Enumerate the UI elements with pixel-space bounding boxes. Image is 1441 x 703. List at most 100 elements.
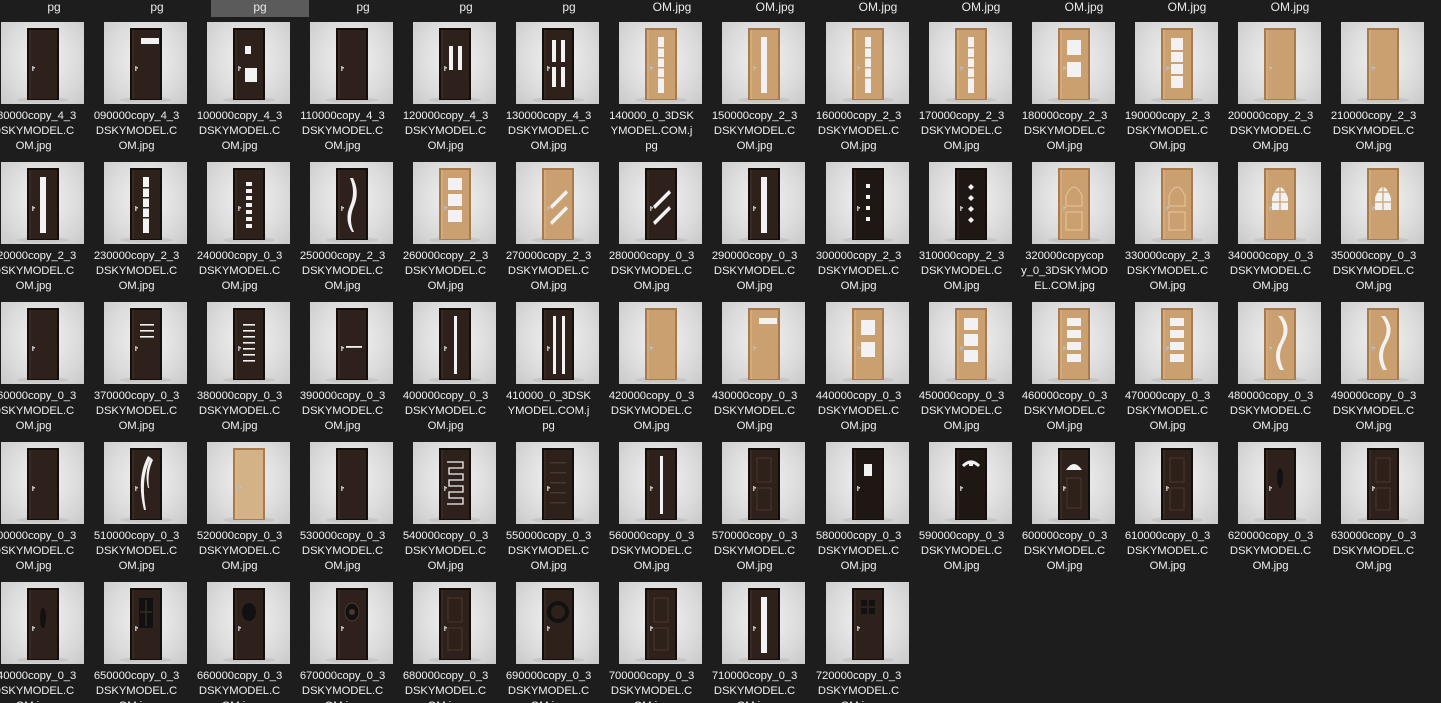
- file-item[interactable]: 170000copy_2_3 DSKYMODEL.C OM.jpg: [910, 17, 1013, 157]
- file-item[interactable]: 220000copy_2_3 DSKYMODEL.C OM.jpg: [0, 157, 85, 297]
- file-name-line: DSKYMODEL.C: [1023, 125, 1106, 137]
- file-name-line: OM.jpg: [324, 280, 361, 292]
- file-item[interactable]: 280000copy_0_3 DSKYMODEL.C OM.jpg: [600, 157, 703, 297]
- file-item[interactable]: 590000copy_0_3 DSKYMODEL.C OM.jpg: [910, 437, 1013, 577]
- top-caption-3[interactable]: pg: [314, 0, 412, 17]
- file-item[interactable]: 330000copy_2_3 DSKYMODEL.C OM.jpg: [1116, 157, 1219, 297]
- file-item[interactable]: 640000copy_0_3 DSKYMODEL.C OM.jpg: [0, 577, 85, 703]
- file-name-line: OM.jpg: [736, 140, 773, 152]
- file-name-line: 670000copy_0_3: [299, 670, 386, 682]
- file-item[interactable]: 690000copy_0_3 DSKYMODEL.C OM.jpg: [497, 577, 600, 703]
- file-item[interactable]: 360000copy_0_3 DSKYMODEL.C OM.jpg: [0, 297, 85, 437]
- file-item[interactable]: 710000copy_0_3 DSKYMODEL.C OM.jpg: [703, 577, 806, 703]
- file-item[interactable]: 410000_0_3DSK YMODEL.COM.j pg: [497, 297, 600, 437]
- top-caption-11[interactable]: OM.jpg: [1138, 0, 1236, 17]
- file-name-line: 200000copy_2_3: [1227, 110, 1314, 122]
- file-item[interactable]: 290000copy_0_3 DSKYMODEL.C OM.jpg: [703, 157, 806, 297]
- file-item[interactable]: 430000copy_0_3 DSKYMODEL.C OM.jpg: [703, 297, 806, 437]
- file-name: 100000copy_4_3 DSKYMODEL.C OM.jpg: [188, 109, 291, 154]
- file-item[interactable]: 540000copy_0_3 DSKYMODEL.C OM.jpg: [394, 437, 497, 577]
- file-item[interactable]: 470000copy_0_3 DSKYMODEL.C OM.jpg: [1116, 297, 1219, 437]
- file-item[interactable]: 570000copy_0_3 DSKYMODEL.C OM.jpg: [703, 437, 806, 577]
- top-caption-0[interactable]: pg: [5, 0, 103, 17]
- file-name-line: DSKYMODEL.C: [95, 405, 178, 417]
- top-caption-12[interactable]: OM.jpg: [1241, 0, 1339, 17]
- file-name-line: OM.jpg: [1355, 280, 1392, 292]
- file-item[interactable]: 120000copy_4_3 DSKYMODEL.C OM.jpg: [394, 17, 497, 157]
- file-item[interactable]: 530000copy_0_3 DSKYMODEL.C OM.jpg: [291, 437, 394, 577]
- file-item[interactable]: 260000copy_2_3 DSKYMODEL.C OM.jpg: [394, 157, 497, 297]
- file-item[interactable]: 670000copy_0_3 DSKYMODEL.C OM.jpg: [291, 577, 394, 703]
- door-thumbnail-icon: [929, 302, 1012, 384]
- file-name-line: 390000copy_0_3: [299, 390, 386, 402]
- file-item[interactable]: 490000copy_0_3 DSKYMODEL.C OM.jpg: [1322, 297, 1425, 437]
- file-item[interactable]: 650000copy_0_3 DSKYMODEL.C OM.jpg: [85, 577, 188, 703]
- file-item[interactable]: 400000copy_0_3 DSKYMODEL.C OM.jpg: [394, 297, 497, 437]
- file-item[interactable]: 340000copy_0_3 DSKYMODEL.C OM.jpg: [1219, 157, 1322, 297]
- file-item[interactable]: 520000copy_0_3 DSKYMODEL.C OM.jpg: [188, 437, 291, 577]
- file-name-line: DSKYMODEL.C: [95, 125, 178, 137]
- file-item[interactable]: 720000copy_0_3 DSKYMODEL.C OM.jpg: [807, 577, 910, 703]
- file-item[interactable]: 580000copy_0_3 DSKYMODEL.C OM.jpg: [807, 437, 910, 577]
- file-item[interactable]: 550000copy_0_3 DSKYMODEL.C OM.jpg: [497, 437, 600, 577]
- file-item[interactable]: 680000copy_0_3 DSKYMODEL.C OM.jpg: [394, 577, 497, 703]
- file-name-line: 260000copy_2_3: [402, 250, 489, 262]
- file-item[interactable]: 390000copy_0_3 DSKYMODEL.C OM.jpg: [291, 297, 394, 437]
- file-item[interactable]: 230000copy_2_3 DSKYMODEL.C OM.jpg: [85, 157, 188, 297]
- file-item[interactable]: 100000copy_4_3 DSKYMODEL.C OM.jpg: [188, 17, 291, 157]
- file-item[interactable]: 250000copy_2_3 DSKYMODEL.C OM.jpg: [291, 157, 394, 297]
- file-item[interactable]: 480000copy_0_3 DSKYMODEL.C OM.jpg: [1219, 297, 1322, 437]
- file-item[interactable]: 190000copy_2_3 DSKYMODEL.C OM.jpg: [1116, 17, 1219, 157]
- file-name-line: 290000copy_0_3: [711, 250, 798, 262]
- file-item[interactable]: 460000copy_0_3 DSKYMODEL.C OM.jpg: [1013, 297, 1116, 437]
- file-item[interactable]: 110000copy_4_3 DSKYMODEL.C OM.jpg: [291, 17, 394, 157]
- file-item[interactable]: 630000copy_0_3 DSKYMODEL.C OM.jpg: [1322, 437, 1425, 577]
- file-name: 130000copy_4_3 DSKYMODEL.C OM.jpg: [497, 109, 600, 154]
- file-item[interactable]: 080000copy_4_3 DSKYMODEL.C OM.jpg: [0, 17, 85, 157]
- top-caption-8[interactable]: OM.jpg: [829, 0, 927, 17]
- top-caption-2[interactable]: pg: [211, 0, 309, 17]
- top-caption-1[interactable]: pg: [108, 0, 206, 17]
- file-name-line: 520000copy_0_3: [196, 530, 283, 542]
- file-name-line: 160000copy_2_3: [815, 110, 902, 122]
- file-item[interactable]: 180000copy_2_3 DSKYMODEL.C OM.jpg: [1013, 17, 1116, 157]
- file-item[interactable]: 620000copy_0_3 DSKYMODEL.C OM.jpg: [1219, 437, 1322, 577]
- file-item[interactable]: 370000copy_0_3 DSKYMODEL.C OM.jpg: [85, 297, 188, 437]
- file-item[interactable]: 610000copy_0_3 DSKYMODEL.C OM.jpg: [1116, 437, 1219, 577]
- top-caption-5[interactable]: pg: [520, 0, 618, 17]
- file-item[interactable]: 700000copy_0_3 DSKYMODEL.C OM.jpg: [600, 577, 703, 703]
- door-thumbnail-icon: [516, 162, 599, 244]
- file-name-line: 490000copy_0_3: [1330, 390, 1417, 402]
- file-item[interactable]: 210000copy_2_3 DSKYMODEL.C OM.jpg: [1322, 17, 1425, 157]
- file-item[interactable]: 130000copy_4_3 DSKYMODEL.C OM.jpg: [497, 17, 600, 157]
- file-item[interactable]: 140000_0_3DSK YMODEL.COM.j pg: [600, 17, 703, 157]
- top-caption-4[interactable]: pg: [417, 0, 515, 17]
- file-item[interactable]: 160000copy_2_3 DSKYMODEL.C OM.jpg: [807, 17, 910, 157]
- file-item[interactable]: 510000copy_0_3 DSKYMODEL.C OM.jpg: [85, 437, 188, 577]
- file-item[interactable]: 660000copy_0_3 DSKYMODEL.C OM.jpg: [188, 577, 291, 703]
- top-caption-7[interactable]: OM.jpg: [726, 0, 824, 17]
- file-item[interactable]: 420000copy_0_3 DSKYMODEL.C OM.jpg: [600, 297, 703, 437]
- door-thumbnail-icon: [722, 442, 805, 524]
- file-item[interactable]: 090000copy_4_3 DSKYMODEL.C OM.jpg: [85, 17, 188, 157]
- file-item[interactable]: 300000copy_2_3 DSKYMODEL.C OM.jpg: [807, 157, 910, 297]
- file-item[interactable]: 200000copy_2_3 DSKYMODEL.C OM.jpg: [1219, 17, 1322, 157]
- file-item[interactable]: 270000copy_2_3 DSKYMODEL.C OM.jpg: [497, 157, 600, 297]
- top-caption-10[interactable]: OM.jpg: [1035, 0, 1133, 17]
- file-item[interactable]: 560000copy_0_3 DSKYMODEL.C OM.jpg: [600, 437, 703, 577]
- file-item[interactable]: 240000copy_0_3 DSKYMODEL.C OM.jpg: [188, 157, 291, 297]
- file-item[interactable]: 310000copy_2_3 DSKYMODEL.C OM.jpg: [910, 157, 1013, 297]
- top-caption-9[interactable]: OM.jpg: [932, 0, 1030, 17]
- file-name: 220000copy_2_3 DSKYMODEL.C OM.jpg: [0, 249, 85, 294]
- file-item[interactable]: 380000copy_0_3 DSKYMODEL.C OM.jpg: [188, 297, 291, 437]
- file-item[interactable]: 320000copycop y_0_3DSKYMOD EL.COM.jpg: [1013, 157, 1116, 297]
- file-item[interactable]: 150000copy_2_3 DSKYMODEL.C OM.jpg: [703, 17, 806, 157]
- file-item[interactable]: 350000copy_0_3 DSKYMODEL.C OM.jpg: [1322, 157, 1425, 297]
- file-item[interactable]: 450000copy_0_3 DSKYMODEL.C OM.jpg: [910, 297, 1013, 437]
- file-item[interactable]: 600000copy_0_3 DSKYMODEL.C OM.jpg: [1013, 437, 1116, 577]
- file-name-line: DSKYMODEL.C: [713, 405, 796, 417]
- file-item[interactable]: 500000copy_0_3 DSKYMODEL.C OM.jpg: [0, 437, 85, 577]
- file-name-line: 700000copy_0_3: [608, 670, 695, 682]
- file-item[interactable]: 440000copy_0_3 DSKYMODEL.C OM.jpg: [807, 297, 910, 437]
- top-caption-6[interactable]: OM.jpg: [623, 0, 721, 17]
